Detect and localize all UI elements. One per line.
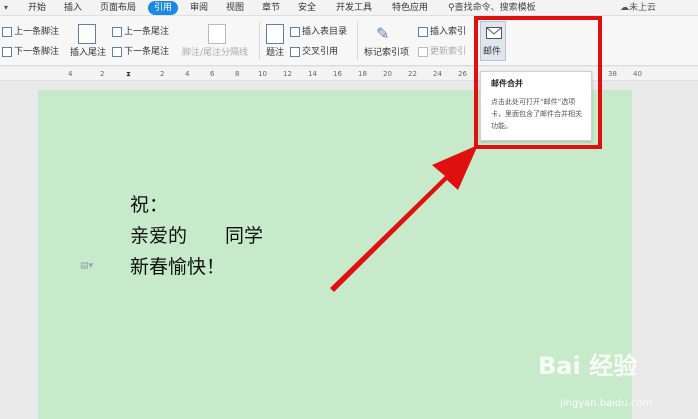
insert-index-button[interactable]: 插入索引 — [418, 26, 466, 38]
ruler-tick: 24 — [433, 70, 442, 78]
ruler-tick: 20 — [383, 70, 392, 78]
menu-dropdown-icon[interactable]: ▾ — [4, 1, 8, 15]
caption-icon — [266, 24, 284, 44]
ribbon-divider — [259, 22, 260, 60]
ruler-tick: 4 — [68, 70, 73, 78]
ruler-tick: 6 — [210, 70, 215, 78]
prev-endnote-button[interactable]: 上一条尾注 — [112, 26, 169, 38]
prev-footnote-button[interactable]: 上一条脚注 — [2, 26, 59, 38]
tab-chapter[interactable]: 章节 — [262, 1, 280, 15]
cross-reference-icon — [290, 46, 300, 57]
endnote-icon — [112, 26, 122, 37]
next-footnote-button[interactable]: 下一条脚注 — [2, 46, 59, 58]
cross-reference-button[interactable]: 交叉引用 — [290, 46, 338, 58]
caption-button[interactable]: 题注 — [266, 47, 284, 59]
next-endnote-button[interactable]: 下一条尾注 — [112, 46, 169, 58]
ruler-tick: 14 — [308, 70, 317, 78]
insert-endnote-icon — [78, 24, 96, 44]
tab-home[interactable]: 开始 — [28, 1, 46, 15]
endnote-icon — [112, 46, 122, 57]
ruler-tick: 2 — [160, 70, 165, 78]
ruler-tick: 38 — [608, 70, 617, 78]
ruler-tick: 10 — [258, 70, 267, 78]
ruler-tick: 2 — [100, 70, 105, 78]
baidu-watermark-logo: Bai 经验 — [538, 352, 638, 380]
tab-insert[interactable]: 插入 — [64, 1, 82, 15]
indent-marker[interactable]: ⧗ — [126, 69, 131, 79]
ruler-tick: 26 — [458, 70, 467, 78]
insert-toc-button[interactable]: 插入表目录 — [290, 26, 347, 38]
tab-security[interactable]: 安全 — [298, 1, 316, 15]
table-of-contents-icon — [290, 26, 300, 37]
tab-references[interactable]: 引用 — [148, 1, 179, 15]
doc-line-recipient[interactable]: 亲爱的 同学 — [130, 224, 263, 248]
doc-line-wishes[interactable]: 新春愉快！ — [130, 255, 225, 279]
ruler-tick: 16 — [333, 70, 342, 78]
update-index-button[interactable]: 更新索引 — [418, 46, 466, 58]
highlight-box — [474, 16, 602, 149]
tab-review[interactable]: 审阅 — [190, 1, 208, 15]
tab-bar: ▾ 开始 插入 页面布局 引用 审阅 视图 章节 安全 开发工具 特色应用 ⚲查… — [0, 0, 698, 16]
footnote-icon — [2, 46, 12, 57]
cloud-status[interactable]: ☁未上云 — [620, 1, 656, 15]
cloud-icon: ☁ — [620, 3, 629, 13]
ruler-tick: 12 — [283, 70, 292, 78]
ruler-tick: 18 — [358, 70, 367, 78]
tab-developer[interactable]: 开发工具 — [336, 1, 372, 15]
mark-index-icon: ✎ — [376, 24, 390, 43]
watermark-url: jingyan.baidu.com — [560, 398, 653, 409]
ribbon-divider — [357, 22, 358, 60]
ruler-tick: 40 — [633, 70, 642, 78]
ruler-tick: 8 — [235, 70, 240, 78]
ruler-tick: 22 — [408, 70, 417, 78]
index-icon — [418, 26, 428, 37]
doc-line-greeting[interactable]: 祝： — [130, 193, 168, 217]
mark-index-button[interactable]: 标记索引项 — [364, 47, 409, 59]
insert-endnote-button[interactable]: 插入尾注 — [70, 47, 106, 59]
separator-icon — [208, 24, 226, 44]
search-icon: ⚲ — [448, 3, 455, 13]
tab-features[interactable]: 特色应用 — [392, 1, 428, 15]
tab-page-layout[interactable]: 页面布局 — [100, 1, 136, 15]
update-icon — [418, 46, 428, 57]
tab-view[interactable]: 视图 — [226, 1, 244, 15]
ruler-tick: 4 — [185, 70, 190, 78]
paragraph-handle-icon[interactable]: ▤▾ — [80, 261, 93, 271]
command-search[interactable]: ⚲查找命令、搜索模板 — [448, 1, 536, 15]
footnote-separator-button[interactable]: 脚注/尾注分隔线 — [182, 47, 248, 59]
footnote-icon — [2, 26, 12, 37]
